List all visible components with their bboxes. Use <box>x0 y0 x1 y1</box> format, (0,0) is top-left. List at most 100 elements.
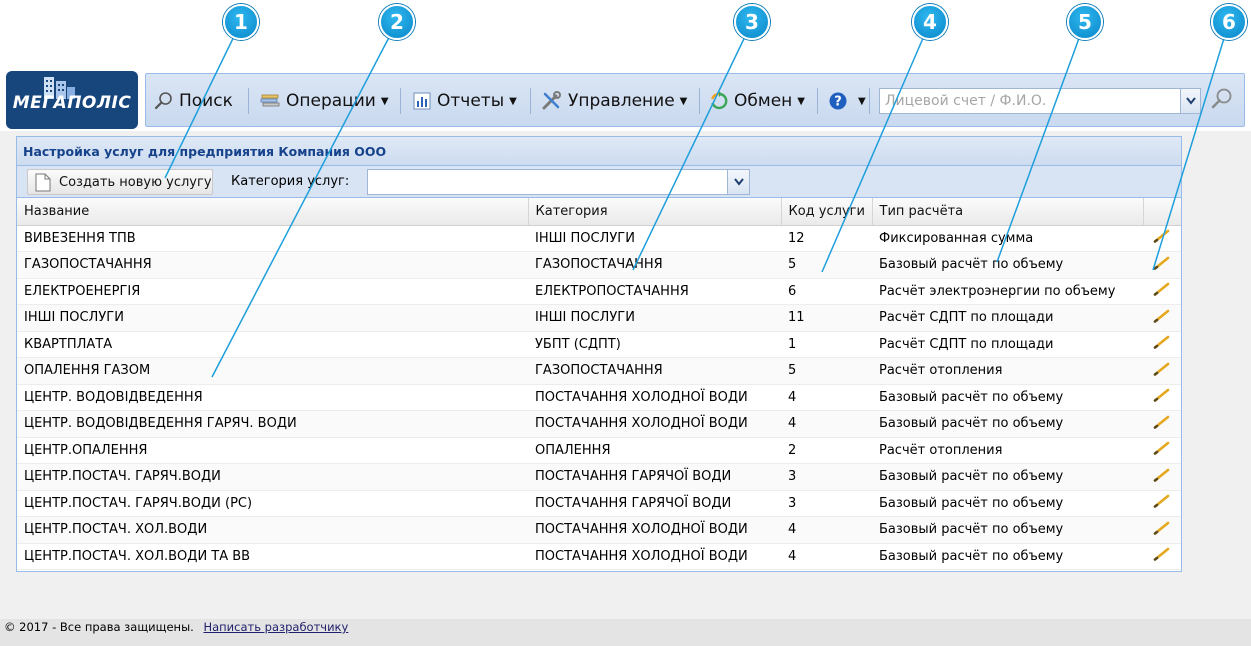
table-row[interactable]: ЦЕНТР. ВОДОВІДВЕДЕННЯ ПОСТАЧАННЯ ХОЛОДНОЇ… <box>17 384 1181 411</box>
calc-type-cell: Расчёт СДПТ по площади <box>872 331 1143 358</box>
calc-type-cell: Базовый расчёт по объему <box>872 463 1143 491</box>
toolbar-separator <box>530 88 531 114</box>
column-header-calc-type[interactable]: Тип расчёта <box>872 198 1144 226</box>
service-category-cell: УБПТ (СДПТ) <box>528 331 781 358</box>
edit-service-button[interactable] <box>1143 463 1181 491</box>
column-header-name[interactable]: Название <box>17 198 529 226</box>
pencil-icon <box>1153 362 1170 376</box>
account-search-input[interactable] <box>880 89 1180 113</box>
edit-service-button[interactable] <box>1143 278 1181 305</box>
calc-type-cell: Расчёт электроэнергии по объему <box>872 278 1143 305</box>
edit-service-button[interactable] <box>1143 251 1181 279</box>
svg-text:?: ? <box>834 95 842 110</box>
annotation-callout-3: 3 <box>734 4 770 40</box>
table-row[interactable]: ЦЕНТР.ОПАЛЕННЯ ОПАЛЕННЯ 2 Расчёт отопления <box>17 437 1181 464</box>
category-select[interactable] <box>367 169 750 195</box>
calc-type-cell: Расчёт СДПТ по площади <box>872 304 1143 332</box>
service-category-cell: ІНШІ ПОСЛУГИ <box>528 225 781 252</box>
edit-service-button[interactable] <box>1143 516 1181 544</box>
edit-service-button[interactable] <box>1143 437 1181 464</box>
annotation-callout-5: 5 <box>1067 4 1103 40</box>
chevron-down-icon: ▼ <box>797 95 805 107</box>
annotation-callout-6: 6 <box>1211 4 1247 40</box>
annotation-callout-4: 4 <box>912 4 948 40</box>
reports-menu-button[interactable]: Отчеты ▼ <box>412 90 517 112</box>
account-search-combo[interactable] <box>879 88 1201 114</box>
table-row[interactable]: ІНШІ ПОСЛУГИ ІНШІ ПОСЛУГИ 11 Расчёт СДПТ по… <box>17 304 1181 332</box>
service-category-cell: ЕЛЕКТРОПОСТАЧАННЯ <box>528 278 781 305</box>
table-row[interactable]: ОПАЛЕННЯ ГАЗОМ ГАЗОПОСТАЧАННЯ 5 Расчёт отоп… <box>17 357 1181 385</box>
service-code-cell: 6 <box>781 278 872 305</box>
toolbar-separator <box>248 88 249 114</box>
calc-type-cell: Базовый расчёт по объему <box>872 384 1143 411</box>
chevron-down-icon: ▼ <box>509 95 517 107</box>
contact-developer-link[interactable]: Написать разработчику <box>203 620 348 634</box>
edit-service-button[interactable] <box>1143 490 1181 517</box>
pencil-icon <box>1153 229 1170 244</box>
pencil-icon <box>1153 494 1170 509</box>
help-menu-button[interactable]: ? ▼ <box>828 90 866 112</box>
edit-service-button[interactable] <box>1143 357 1181 385</box>
table-row[interactable]: ЦЕНТР.ПОСТАЧ. ХОЛ.ВОДИ ТА ВВ ПОСТАЧАННЯ Х… <box>17 543 1181 570</box>
table-row[interactable]: ЦЕНТР.ПОСТАЧ. ХОЛ.ВОДИ ПОСТАЧАННЯ ХОЛОДНО… <box>17 516 1181 544</box>
service-name-cell: ЦЕНТР. ВОДОВІДВЕДЕННЯ <box>17 384 528 411</box>
operations-menu-button[interactable]: Операции ▼ <box>259 90 389 112</box>
table-row[interactable]: ЦЕНТР.ПОСТАЧ. ГАРЯЧ.ВОДИ (РС) ПОСТАЧАННЯ … <box>17 490 1181 517</box>
chevron-down-icon: ▼ <box>679 95 688 107</box>
service-name-cell: ІНШІ ПОСЛУГИ <box>17 304 528 332</box>
toolbar-separator <box>817 88 818 114</box>
pencil-icon <box>1153 468 1170 482</box>
table-row[interactable]: ЦЕНТР.ПОСТАЧ. ГАРЯЧ.ВОДИ ПОСТАЧАННЯ ГАРЯЧ… <box>17 463 1181 491</box>
column-header-code[interactable]: Код услуги <box>781 198 873 226</box>
service-code-cell: 3 <box>781 490 872 517</box>
service-category-cell: ПОСТАЧАННЯ ХОЛОДНОЇ ВОДИ <box>528 384 781 411</box>
magnifier-icon <box>154 92 172 110</box>
edit-service-button[interactable] <box>1143 543 1181 570</box>
management-menu-button[interactable]: Управление ▼ <box>541 90 687 112</box>
edit-service-button[interactable] <box>1143 304 1181 332</box>
account-search-button[interactable] <box>1210 88 1239 110</box>
bar-chart-icon <box>413 92 431 110</box>
edit-service-button[interactable] <box>1143 331 1181 358</box>
table-row[interactable]: ВИВЕЗЕННЯ ТПВ ІНШІ ПОСЛУГИ 12 Фиксированная… <box>17 225 1181 252</box>
main-toolbar: Поиск Операции ▼ Отчеты ▼ Управление ▼ О… <box>145 73 1245 127</box>
service-code-cell: 5 <box>781 251 872 279</box>
create-service-button[interactable]: Создать новую услугу <box>27 169 213 195</box>
search-menu-button[interactable]: Поиск <box>154 90 233 112</box>
service-code-cell: 12 <box>781 225 872 252</box>
pencil-icon <box>1153 441 1170 456</box>
table-row[interactable]: ЦЕНТР. ВОДОВІДВЕДЕННЯ ГАРЯЧ. ВОДИ ПОСТАЧА… <box>17 410 1181 438</box>
footer: © 2017 - Все права защищены. Написать ра… <box>0 619 1251 646</box>
edit-service-button[interactable] <box>1143 384 1181 411</box>
edit-service-button[interactable] <box>1143 410 1181 438</box>
account-search-dropdown-button[interactable] <box>1180 89 1200 113</box>
service-category-cell: ПОСТАЧАННЯ ГАРЯЧОЇ ВОДИ <box>528 463 781 491</box>
services-panel: Настройка услуг для предприятия Компания… <box>16 136 1182 572</box>
service-name-cell: ВИВЕЗЕННЯ ТПВ <box>17 225 528 252</box>
search-menu-label: Поиск <box>179 91 233 111</box>
service-name-cell: ЦЕНТР.ПОСТАЧ. ГАРЯЧ.ВОДИ <box>17 463 528 491</box>
calc-type-cell: Базовый расчёт по объему <box>872 490 1143 517</box>
table-row[interactable]: ГАЗОПОСТАЧАННЯ ГАЗОПОСТАЧАННЯ 5 Базовый рас… <box>17 251 1181 279</box>
table-row[interactable]: ЕЛЕКТРОЕНЕРГІЯ ЕЛЕКТРОПОСТАЧАННЯ 6 Расчёт э… <box>17 278 1181 305</box>
service-category-cell: ГАЗОПОСТАЧАННЯ <box>528 251 781 279</box>
new-document-icon <box>35 173 51 191</box>
table-row[interactable]: КВАРТПЛАТА УБПТ (СДПТ) 1 Расчёт СДПТ по пло… <box>17 331 1181 358</box>
category-dropdown-button[interactable] <box>727 170 749 194</box>
exchange-menu-button[interactable]: Обмен ▼ <box>709 90 805 112</box>
service-name-cell: ОПАЛЕННЯ ГАЗОМ <box>17 357 528 385</box>
service-category-cell: ОПАЛЕННЯ <box>528 437 781 464</box>
create-service-label: Создать новую услугу <box>59 174 212 190</box>
chevron-down-icon: ▼ <box>858 95 866 107</box>
tools-icon <box>542 91 561 110</box>
pencil-icon <box>1153 256 1170 270</box>
service-category-cell: ПОСТАЧАННЯ ХОЛОДНОЇ ВОДИ <box>528 410 781 438</box>
service-code-cell: 11 <box>781 304 872 332</box>
service-code-cell: 5 <box>781 357 872 385</box>
service-code-cell: 4 <box>781 410 872 438</box>
edit-service-button[interactable] <box>1143 225 1181 252</box>
app-logo[interactable]: МЕГАПОЛІС <box>6 71 138 129</box>
pencil-icon <box>1153 415 1170 429</box>
calc-type-cell: Базовый расчёт по объему <box>872 516 1143 544</box>
column-header-category[interactable]: Категория <box>528 198 782 226</box>
